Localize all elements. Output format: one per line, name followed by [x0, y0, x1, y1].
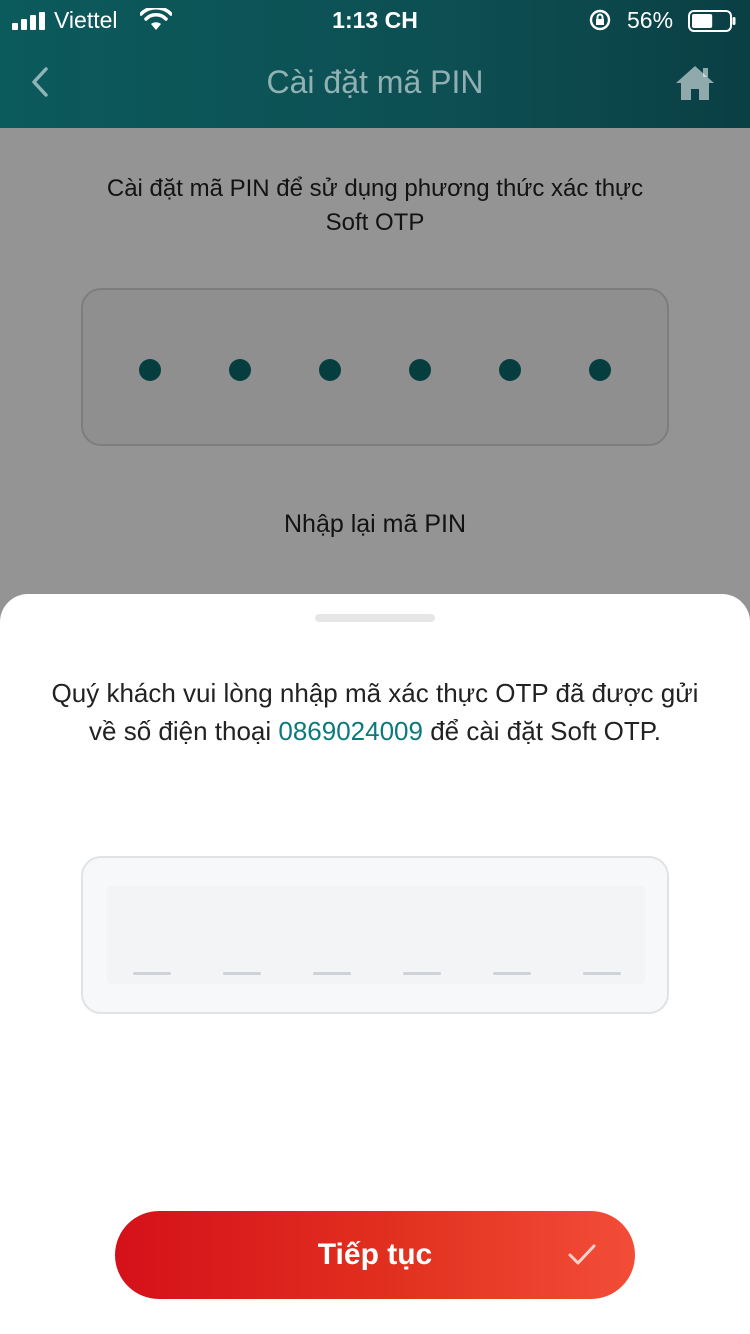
page-title: Cài đặt mã PIN: [266, 64, 484, 100]
battery-icon: [688, 10, 736, 32]
phone-number: 0869024009: [278, 716, 423, 746]
status-bar: Viettel 1:13 CH 56%: [0, 0, 750, 40]
app-header: Viettel 1:13 CH 56% Cài đặt mã PIN: [0, 0, 750, 128]
home-icon[interactable]: [674, 62, 716, 104]
otp-input-area[interactable]: [107, 886, 645, 984]
otp-message: Quý khách vui lòng nhập mã xác thực OTP …: [50, 674, 700, 750]
otp-digit-slot: [313, 972, 351, 975]
otp-bottom-sheet: Quý khách vui lòng nhập mã xác thực OTP …: [0, 594, 750, 1334]
otp-digit-slot: [223, 972, 261, 975]
check-icon: [568, 1244, 596, 1265]
otp-digit-slot: [583, 972, 621, 975]
otp-digit-slot: [493, 972, 531, 975]
continue-button-label: Tiếp tục: [317, 1238, 433, 1271]
orientation-lock-icon: [589, 9, 611, 31]
nav-bar: Cài đặt mã PIN: [0, 40, 750, 128]
sheet-drag-handle[interactable]: [315, 614, 435, 622]
battery-percent: 56%: [627, 7, 674, 33]
otp-message-text-end: để cài đặt Soft OTP.: [422, 716, 661, 746]
otp-input[interactable]: [81, 856, 669, 1014]
continue-button[interactable]: Tiếp tục: [115, 1211, 635, 1299]
otp-digit-slot: [133, 972, 171, 975]
otp-digit-slot: [403, 972, 441, 975]
